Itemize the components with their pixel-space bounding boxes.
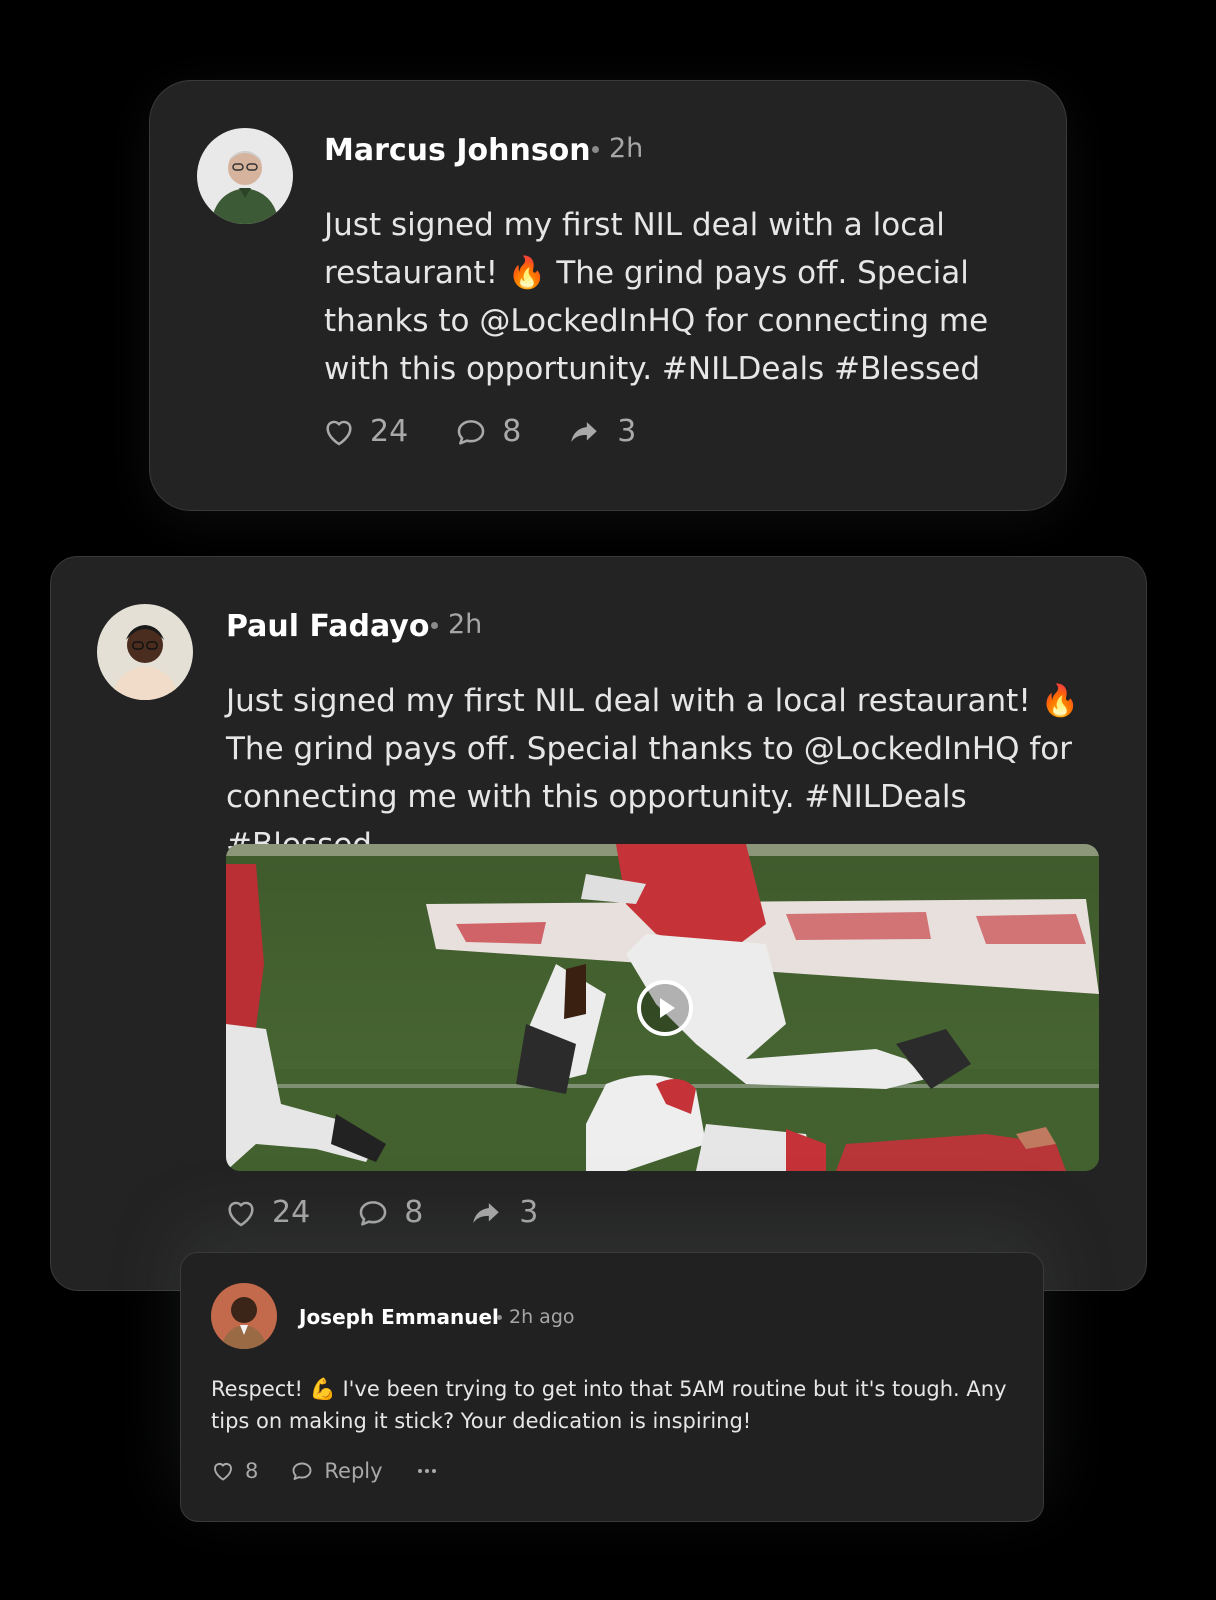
post-time: 2h: [592, 133, 643, 164]
reply-button[interactable]: Reply: [290, 1459, 383, 1483]
comment-time-text: 2h ago: [509, 1306, 575, 1328]
play-icon[interactable]: [636, 979, 694, 1037]
comment-count: 8: [404, 1195, 424, 1230]
avatar[interactable]: [211, 1283, 277, 1349]
post-actions: 24 8 3: [322, 414, 636, 449]
reply-label: Reply: [324, 1459, 383, 1483]
comment-button[interactable]: 8: [454, 414, 521, 449]
share-count: 3: [519, 1195, 539, 1230]
like-button[interactable]: 24: [224, 1195, 310, 1230]
share-button[interactable]: 3: [469, 1195, 538, 1230]
post-actions: 24 8 3: [224, 1195, 538, 1230]
avatar[interactable]: [97, 604, 193, 700]
comment-time: 2h ago: [497, 1306, 575, 1328]
like-button[interactable]: 24: [322, 414, 408, 449]
post-body: Just signed my first NIL deal with a loc…: [324, 207, 989, 387]
more-dots-icon: [417, 1469, 436, 1473]
post-time: 2h: [431, 609, 482, 640]
comment-button[interactable]: 8: [356, 1195, 423, 1230]
comment-bubble-icon: [457, 419, 485, 445]
post-card: Marcus Johnson 2h Just signed my first N…: [149, 80, 1067, 511]
comment-body: Respect! 💪 I've been trying to get into …: [211, 1377, 1007, 1433]
comment-card: Joseph Emmanuel 2h ago Respect! 💪 I've b…: [180, 1252, 1044, 1522]
more-options-button[interactable]: [415, 1459, 439, 1483]
share-count: 3: [617, 414, 637, 449]
post-card: Paul Fadayo 2h Just signed my first NIL …: [50, 556, 1147, 1291]
share-arrow-icon: [571, 421, 598, 442]
author-name[interactable]: Paul Fadayo: [226, 609, 429, 644]
share-arrow-icon: [473, 1202, 500, 1223]
like-count: 24: [272, 1195, 311, 1230]
post-time-text: 2h: [609, 133, 644, 164]
post-time-text: 2h: [448, 609, 483, 640]
heart-icon: [214, 1463, 232, 1481]
comment-actions: 8 Reply: [211, 1459, 439, 1483]
heart-icon: [228, 1201, 254, 1226]
video-thumbnail[interactable]: [226, 844, 1099, 1171]
heart-icon: [326, 420, 352, 445]
avatar[interactable]: [197, 128, 293, 224]
separator-dot: [431, 622, 438, 629]
separator-dot: [497, 1315, 502, 1320]
comment-bubble-icon: [292, 1462, 312, 1480]
like-count: 24: [370, 414, 409, 449]
separator-dot: [592, 146, 599, 153]
comment-count: 8: [502, 414, 522, 449]
author-name[interactable]: Marcus Johnson: [324, 133, 591, 168]
post-body: Just signed my first NIL deal with a loc…: [226, 683, 1080, 863]
comment-like-count: 8: [245, 1459, 259, 1483]
comment-bubble-icon: [359, 1200, 387, 1226]
comment-author-name[interactable]: Joseph Emmanuel: [299, 1305, 499, 1329]
share-button[interactable]: 3: [567, 414, 636, 449]
comment-like-button[interactable]: 8: [211, 1459, 258, 1483]
